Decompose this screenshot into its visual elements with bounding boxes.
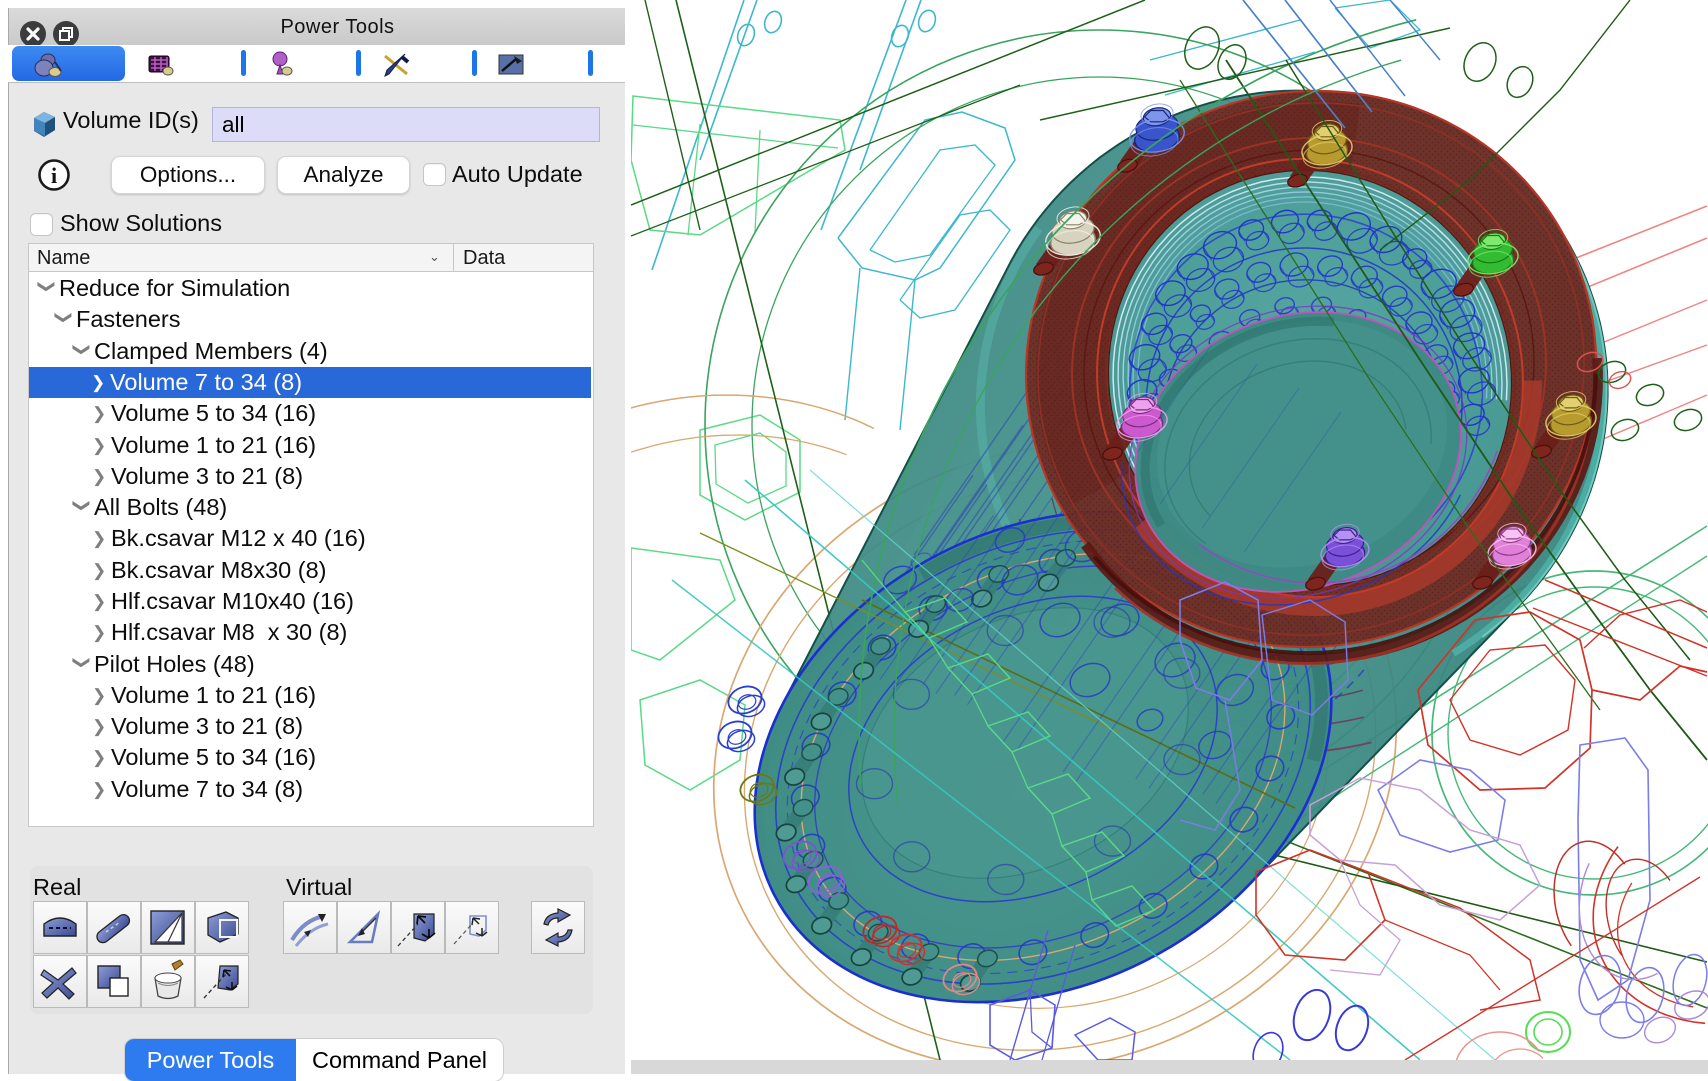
svg-text:i: i <box>51 163 57 188</box>
